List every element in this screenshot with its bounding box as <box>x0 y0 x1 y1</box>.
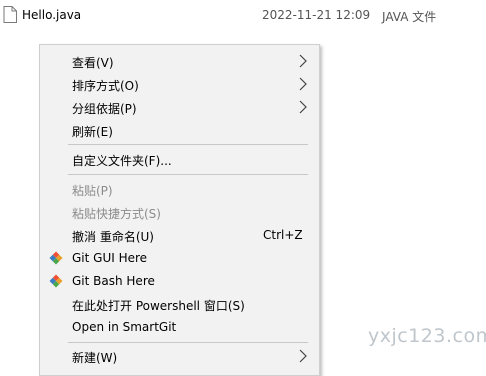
menu-item-git-bash[interactable]: Git Bash Here <box>40 270 319 292</box>
menu-item-group-by[interactable]: 分组依据(P) <box>40 96 319 118</box>
menu-item-label: 自定义文件夹(F)... <box>72 154 172 168</box>
chevron-right-icon <box>299 349 307 363</box>
menu-item-shortcut: Ctrl+Z <box>263 228 303 242</box>
chevron-right-icon <box>299 100 307 114</box>
menu-item-label: Git GUI Here <box>72 251 148 265</box>
menu-item-open-powershell[interactable]: 在此处打开 Powershell 窗口(S) <box>40 293 319 315</box>
menu-separator <box>68 174 308 175</box>
menu-separator <box>68 144 308 145</box>
menu-item-label: Git Bash Here <box>72 274 155 288</box>
menu-item-paste-shortcut: 粘贴快捷方式(S) <box>40 201 319 223</box>
context-menu: 查看(V) 排序方式(O) 分组依据(P) 刷新(E) 自定义文件夹(F)...… <box>39 44 320 376</box>
menu-item-label: 粘贴(P) <box>72 184 113 198</box>
menu-item-new[interactable]: 新建(W) <box>40 345 319 367</box>
menu-item-sort-by[interactable]: 排序方式(O) <box>40 73 319 95</box>
menu-item-label: 分组依据(P) <box>72 102 137 116</box>
menu-item-label: 撤消 重命名(U) <box>72 230 154 244</box>
file-name[interactable]: Hello.java <box>22 8 81 22</box>
menu-item-label: Open in SmartGit <box>72 320 177 334</box>
menu-separator <box>68 342 308 343</box>
menu-item-view[interactable]: 查看(V) <box>40 50 319 72</box>
menu-item-label: 粘贴快捷方式(S) <box>72 207 161 221</box>
menu-item-label: 查看(V) <box>72 56 114 70</box>
file-type: JAVA 文件 <box>382 10 437 24</box>
chevron-right-icon <box>299 54 307 68</box>
document-icon <box>3 6 17 23</box>
menu-item-label: 在此处打开 Powershell 窗口(S) <box>72 299 245 313</box>
menu-item-label: 排序方式(O) <box>72 79 139 93</box>
watermark: yxjc123.com <box>368 325 486 347</box>
menu-item-undo-rename[interactable]: 撤消 重命名(U) Ctrl+Z <box>40 224 319 246</box>
menu-item-open-smartgit[interactable]: Open in SmartGit <box>40 316 319 338</box>
file-modified-date: 2022-11-21 12:09 <box>262 8 371 22</box>
git-icon <box>49 251 63 265</box>
git-icon <box>49 274 63 288</box>
menu-item-label: 新建(W) <box>72 351 118 365</box>
menu-item-label: 刷新(E) <box>72 125 113 139</box>
file-row[interactable]: Hello.java 2022-11-21 12:09 JAVA 文件 <box>0 4 486 26</box>
chevron-right-icon <box>299 77 307 91</box>
menu-item-paste: 粘贴(P) <box>40 178 319 200</box>
menu-item-refresh[interactable]: 刷新(E) <box>40 119 319 141</box>
menu-item-customize-folder[interactable]: 自定义文件夹(F)... <box>40 148 319 170</box>
menu-item-git-gui[interactable]: Git GUI Here <box>40 247 319 269</box>
